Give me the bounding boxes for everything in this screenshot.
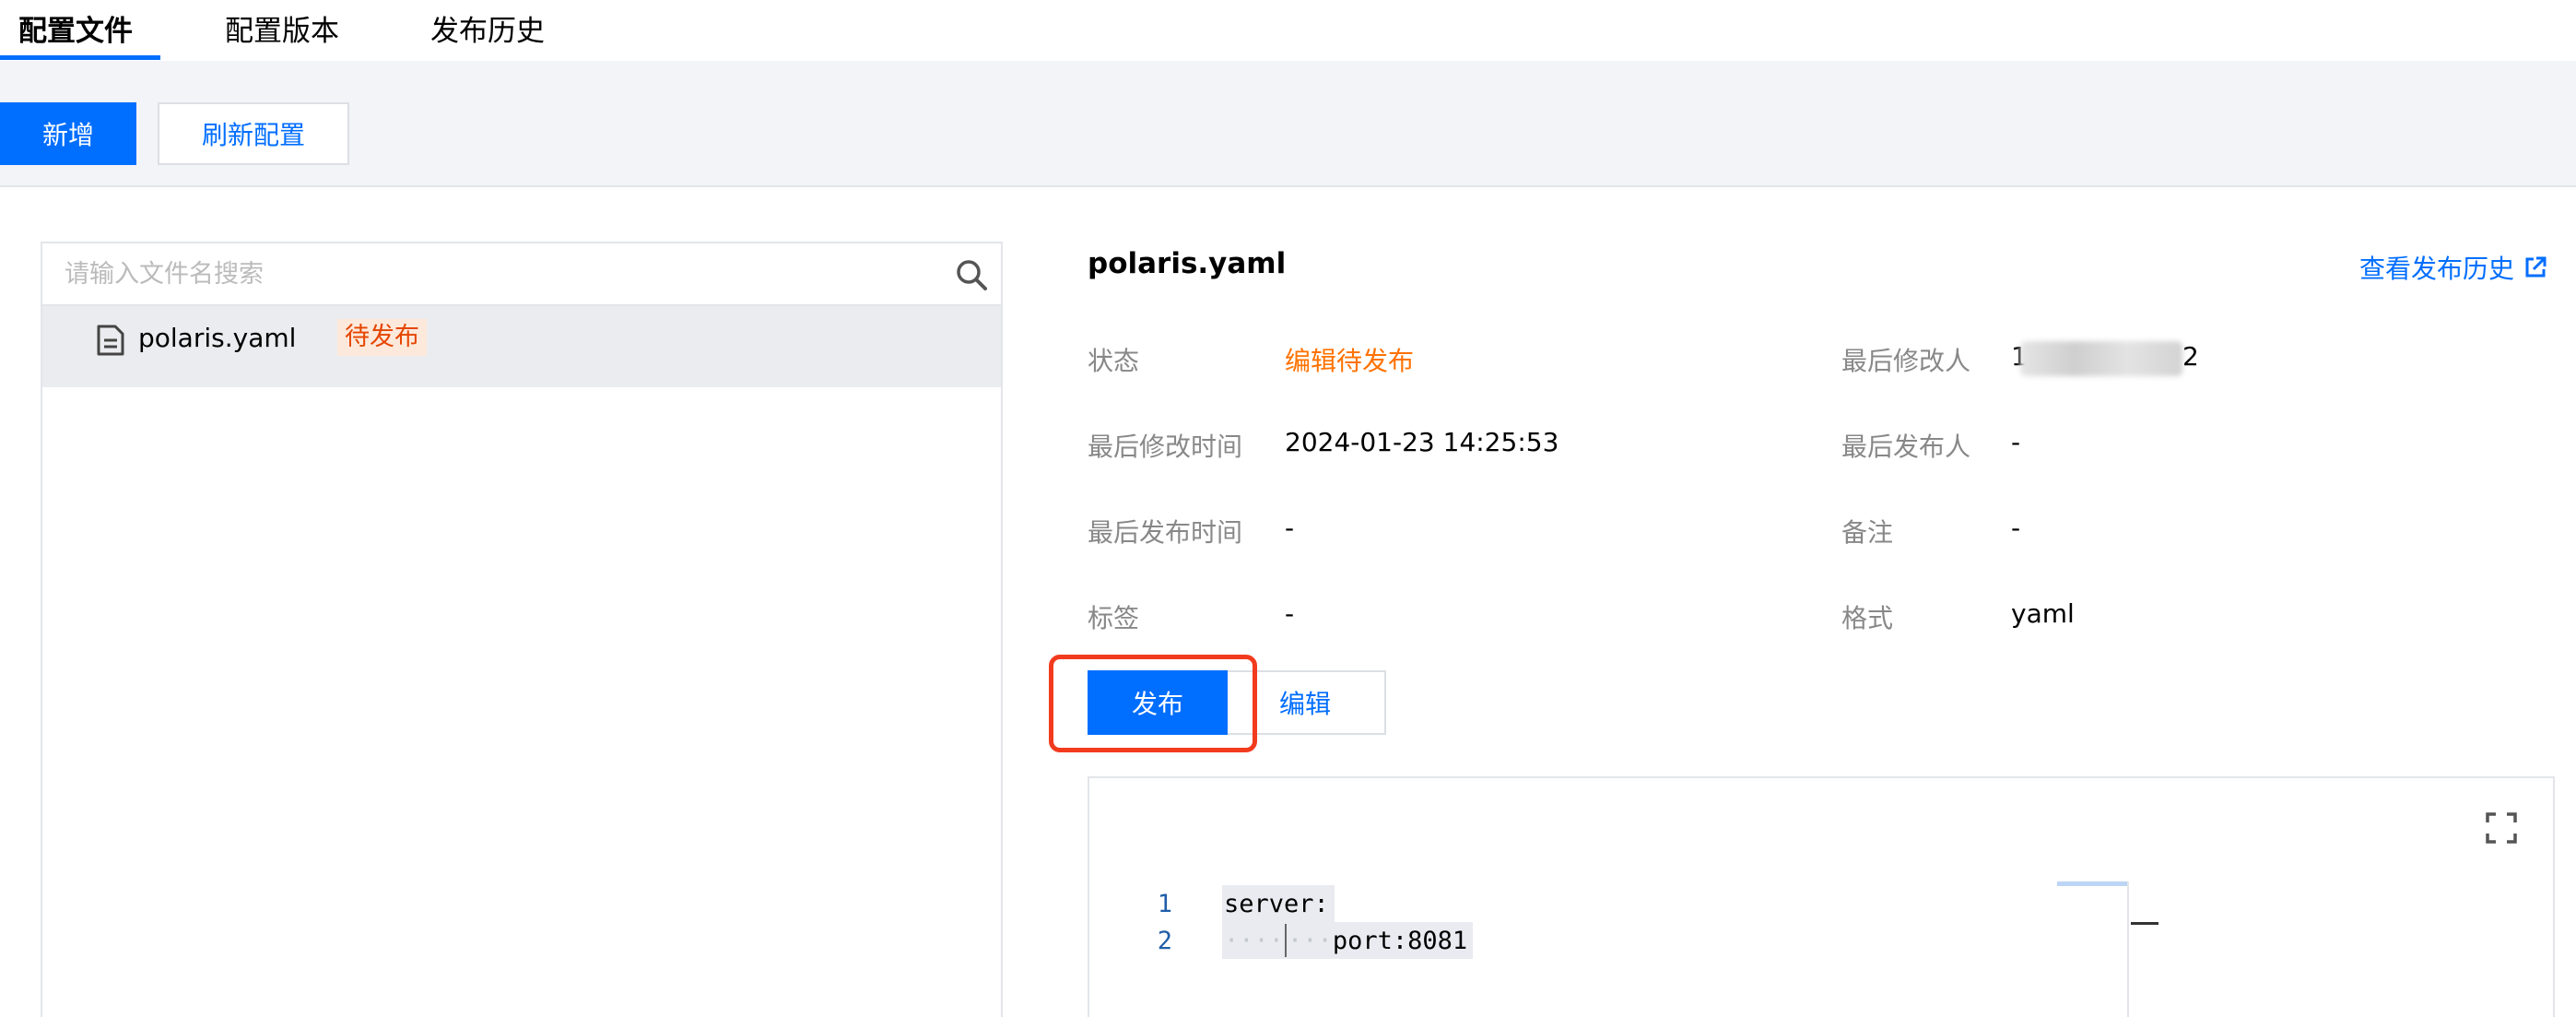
status-label: 状态 bbox=[1088, 346, 1140, 376]
tags-label: 标签 bbox=[1088, 603, 1140, 633]
search-box bbox=[42, 243, 1001, 306]
last-publisher-value: - bbox=[2011, 427, 2021, 457]
overview-ruler-marker bbox=[2131, 922, 2158, 925]
add-button[interactable]: 新增 bbox=[0, 102, 136, 165]
view-publish-history-label: 查看发布历史 bbox=[2359, 254, 2515, 284]
code-text: ···· ··· port:8081 bbox=[1222, 922, 1474, 959]
search-icon[interactable] bbox=[955, 258, 988, 291]
format-label: 格式 bbox=[1841, 603, 1894, 633]
view-publish-history-link[interactable]: 查看发布历史 bbox=[2359, 249, 2547, 286]
remark-value: - bbox=[2011, 513, 2021, 543]
line-number: 2 bbox=[1157, 926, 1172, 955]
redacted-mask bbox=[2020, 341, 2182, 376]
tab-bar: 配置文件 配置版本 发布历史 bbox=[0, 0, 2576, 61]
search-input[interactable] bbox=[42, 243, 927, 304]
last-modified-time-value: 2024-01-23 14:25:53 bbox=[1285, 427, 1559, 457]
indent-whitespace: ··· bbox=[1288, 926, 1333, 955]
code-content: port:8081 bbox=[1332, 926, 1468, 955]
file-name: polaris.yaml bbox=[138, 323, 297, 353]
toolbar: 新增 刷新配置 bbox=[0, 61, 2576, 187]
publish-highlight-annotation bbox=[1049, 655, 1257, 752]
status-badge: 待发布 bbox=[337, 319, 427, 356]
format-value: yaml bbox=[2011, 598, 2075, 629]
last-publish-time-label: 最后发布时间 bbox=[1088, 517, 1243, 548]
file-list-item[interactable]: polaris.yaml 待发布 bbox=[42, 306, 1001, 387]
fullscreen-icon[interactable] bbox=[2485, 811, 2518, 845]
line-number: 1 bbox=[1157, 889, 1172, 918]
tab-config-versions[interactable]: 配置版本 bbox=[225, 7, 339, 49]
code-text: server: bbox=[1222, 885, 1335, 922]
code-editor[interactable]: 1 server: 2 ···· ··· port:8081 bbox=[1088, 776, 2555, 1017]
last-publisher-label: 最后发布人 bbox=[1841, 432, 1971, 462]
last-publish-time-value: - bbox=[1285, 513, 1295, 543]
last-modifier-label: 最后修改人 bbox=[1841, 346, 1971, 376]
tab-publish-history[interactable]: 发布历史 bbox=[430, 7, 545, 49]
file-list-panel: polaris.yaml 待发布 bbox=[41, 242, 1003, 1017]
tags-value: - bbox=[1285, 598, 1295, 629]
refresh-config-button[interactable]: 刷新配置 bbox=[158, 102, 349, 165]
indent-whitespace: ···· bbox=[1224, 926, 1285, 955]
minimap-line bbox=[2057, 881, 2127, 886]
code-line: 2 ···· ··· port:8081 bbox=[1089, 922, 1919, 959]
config-file-title: polaris.yaml bbox=[1088, 247, 1287, 280]
remark-label: 备注 bbox=[1841, 517, 1894, 548]
code-line: 1 server: bbox=[1089, 885, 1919, 922]
file-icon bbox=[97, 325, 124, 356]
tab-config-files[interactable]: 配置文件 bbox=[18, 7, 133, 49]
indent-guide bbox=[1285, 924, 1288, 957]
editor-minimap[interactable] bbox=[2055, 881, 2129, 1017]
active-tab-indicator bbox=[0, 55, 160, 60]
code-content: server: bbox=[1224, 889, 1329, 918]
external-link-icon bbox=[2525, 256, 2547, 278]
status-value: 编辑待发布 bbox=[1285, 346, 1415, 376]
last-modifier-value-suffix: 2 bbox=[2182, 341, 2199, 372]
last-modified-time-label: 最后修改时间 bbox=[1088, 432, 1243, 462]
